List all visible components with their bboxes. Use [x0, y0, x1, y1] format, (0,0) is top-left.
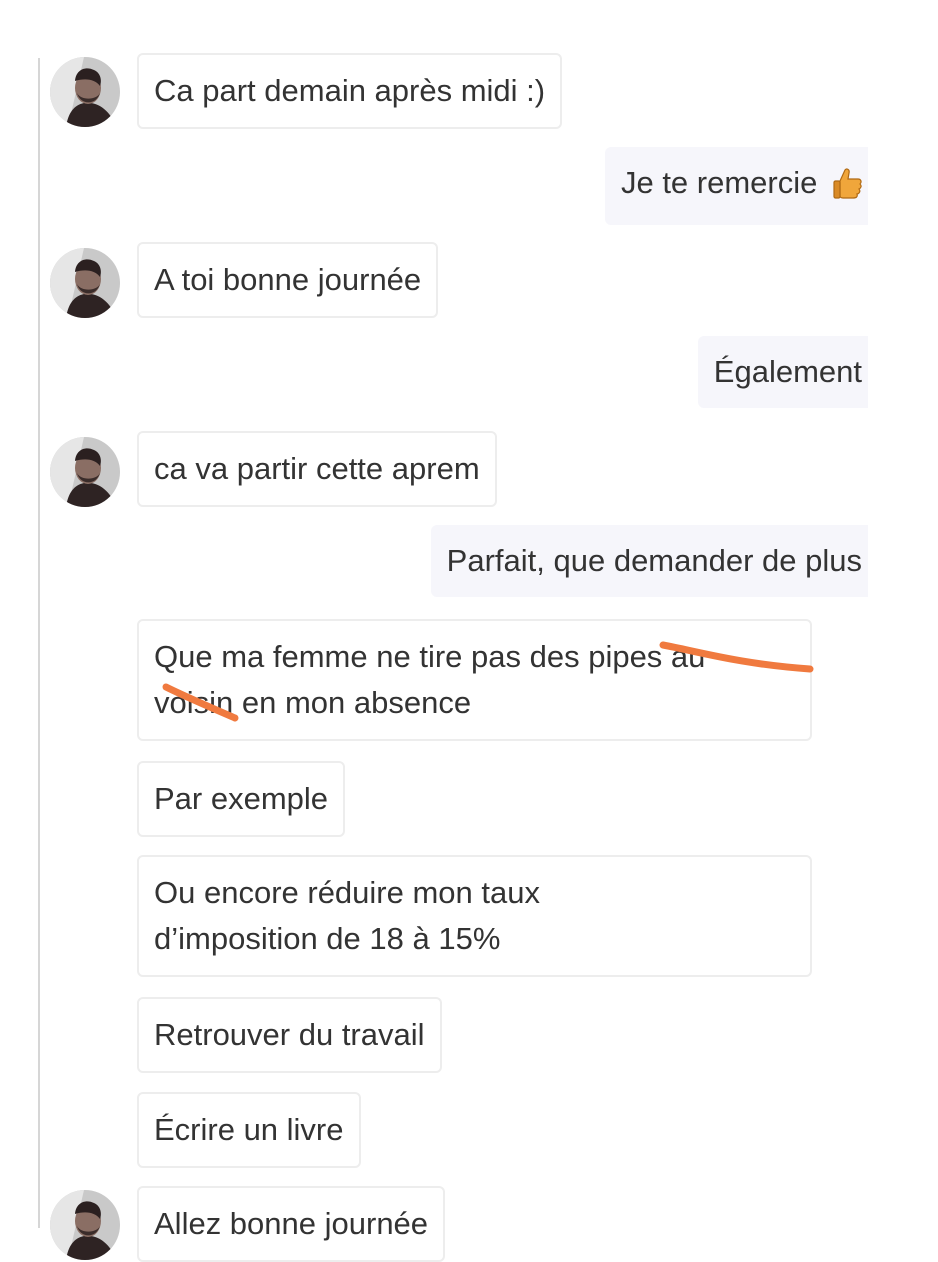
thumbs-up-icon	[832, 166, 862, 212]
message-text: A toi bonne journée	[154, 262, 422, 297]
contact-avatar[interactable]	[50, 1190, 120, 1260]
message-line: Que ma femme ne tire pas des pipes au	[154, 639, 706, 674]
incoming-message[interactable]: Que ma femme ne tire pas des pipes au vo…	[137, 619, 812, 741]
message-text: Également	[713, 354, 862, 389]
contact-avatar[interactable]	[50, 57, 120, 127]
message-line: d’imposition de 18 à 15%	[154, 921, 501, 956]
outgoing-message[interactable]: Également	[697, 336, 868, 408]
message-line: voisin en mon absence	[154, 685, 472, 720]
message-text: Retrouver du travail	[154, 1017, 425, 1052]
incoming-message[interactable]: Ca part demain après midi :)	[137, 53, 563, 129]
message-text: ca va partir cette aprem	[154, 451, 480, 486]
incoming-message[interactable]: Retrouver du travail	[137, 997, 442, 1073]
message-line: Ou encore réduire mon taux	[154, 875, 540, 910]
message-text: Parfait, que demander de plus	[446, 543, 862, 578]
message-text: Je te remercie	[620, 165, 818, 200]
incoming-message[interactable]: Par exemple	[137, 761, 346, 837]
incoming-message[interactable]: ca va partir cette aprem	[137, 431, 497, 507]
thread-rule	[38, 58, 40, 1228]
message-text: Écrire un livre	[154, 1112, 344, 1147]
message-text: Allez bonne journée	[154, 1206, 429, 1241]
incoming-message[interactable]: Écrire un livre	[137, 1092, 361, 1168]
message-text: Par exemple	[154, 781, 329, 816]
contact-avatar[interactable]	[50, 437, 120, 507]
outgoing-message[interactable]: Je te remercie	[604, 147, 868, 225]
message-text: Ca part demain après midi :)	[154, 73, 546, 108]
incoming-message[interactable]: A toi bonne journée	[137, 242, 439, 318]
incoming-message[interactable]: Ou encore réduire mon taux d’imposition …	[137, 855, 812, 977]
incoming-message[interactable]: Allez bonne journée	[137, 1186, 446, 1262]
contact-avatar[interactable]	[50, 248, 120, 318]
outgoing-message[interactable]: Parfait, que demander de plus	[430, 525, 868, 597]
